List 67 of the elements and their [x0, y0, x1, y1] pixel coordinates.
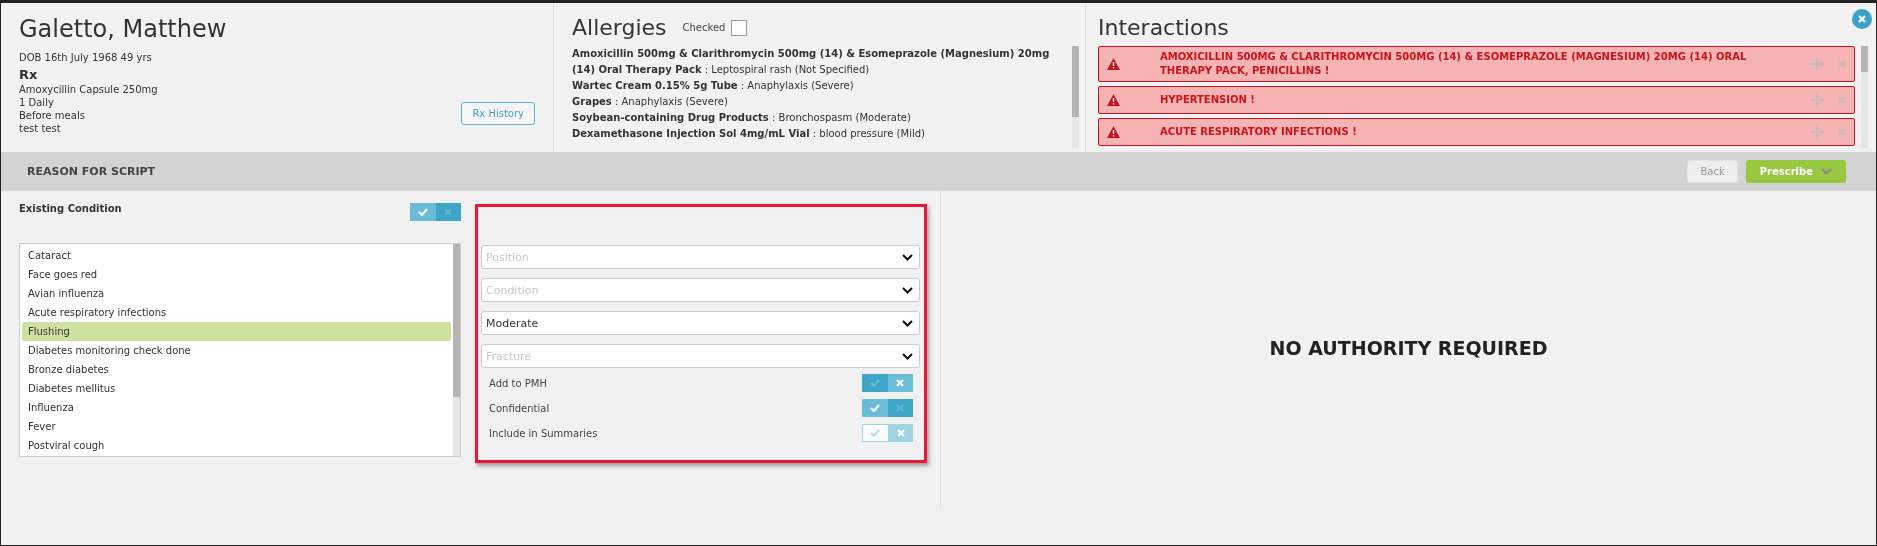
interaction-alert: ACUTE RESPIRATORY INFECTIONS ! — [1098, 118, 1855, 146]
allergy-entry: Grapes : Anaphylaxis (Severe) — [572, 95, 729, 109]
condition-item[interactable]: Diabetes monitoring check done — [22, 341, 451, 360]
check-icon — [870, 429, 881, 437]
condition-item[interactable]: Diabetes mellitus — [22, 379, 451, 398]
close-icon — [1857, 14, 1867, 24]
chevron-down-icon — [902, 352, 913, 360]
yes-no-toggle[interactable] — [862, 374, 913, 392]
checked-label: Checked — [682, 22, 726, 33]
close-icon — [896, 429, 905, 437]
condition-item[interactable]: Bronze diabetes — [22, 360, 451, 379]
checked-checkbox[interactable] — [731, 19, 748, 36]
close-icon — [896, 379, 905, 387]
chevron-down-icon — [902, 253, 913, 261]
rx-heading: Rx — [19, 67, 39, 82]
check-icon — [869, 379, 880, 387]
add-icon[interactable] — [1810, 57, 1824, 71]
condition-item[interactable]: Fever — [22, 417, 451, 436]
chevron-down-icon — [902, 319, 913, 327]
yes-no-toggle[interactable] — [862, 399, 913, 417]
date-of-birth: DOB 16th July 1968 49 yrs — [19, 51, 153, 64]
allergies-title: Allergies — [572, 15, 667, 40]
interactions-title: Interactions — [1098, 15, 1229, 40]
scrollbar[interactable] — [1861, 46, 1868, 148]
warning-icon — [1107, 94, 1120, 106]
yes-no-toggle[interactable] — [410, 203, 461, 221]
allergy-entry: Amoxicillin 500mg & Clarithromycin 500mg (14) & Esomeprazole (Magnesium) 20mg (14) Oral Therapy Pack : Leptospiral rash (Not Specified) — [572, 47, 1051, 77]
section-title: REASON FOR SCRIPT — [27, 165, 157, 178]
condition-item[interactable]: Avian influenza — [22, 284, 451, 303]
close-icon — [896, 404, 905, 412]
allergy-entry: Soybean-containing Drug Products : Bronchospasm (Moderate) — [572, 111, 912, 125]
close-icon[interactable] — [1838, 96, 1846, 104]
check-icon — [417, 208, 428, 216]
scrollbar[interactable] — [453, 244, 460, 456]
close-icon[interactable] — [1838, 128, 1846, 136]
warning-icon — [1107, 126, 1120, 138]
add-icon[interactable] — [1810, 125, 1824, 139]
condition-item[interactable]: Influenza — [22, 398, 451, 417]
existing-condition-label: Existing Condition — [19, 203, 122, 214]
add-icon[interactable] — [1810, 93, 1824, 107]
authority-message: NO AUTHORITY REQUIRED — [1269, 337, 1548, 359]
condition-item[interactable]: Postviral cough — [22, 436, 451, 455]
condition-item[interactable]: Flushing — [22, 322, 451, 341]
condition-item[interactable]: Face goes red — [22, 265, 451, 284]
warning-icon — [1107, 58, 1120, 70]
option-label: Confidential — [489, 402, 550, 414]
condition-item[interactable]: Acute respiratory infections — [22, 303, 451, 322]
rx-detail: 1 Daily — [19, 96, 55, 109]
rx-detail: test test — [19, 122, 62, 135]
check-icon — [869, 404, 880, 412]
close-icon — [444, 208, 453, 216]
dropdown-field[interactable]: Moderate — [481, 311, 920, 335]
rx-detail: Amoxycillin Capsule 250mg — [19, 83, 158, 96]
allergy-entry: Wartec Cream 0.15% 5g Tube : Anaphylaxis (Severe) — [572, 79, 855, 93]
chevron-down-icon — [902, 286, 913, 294]
interaction-alert: AMOXICILLIN 500MG & CLARITHROMYCIN 500MG (14) & ESOMEPRAZOLE (MAGNESIUM) 20MG (14) ORAL THERAPY PACK, PENICILLINS ! — [1098, 46, 1855, 82]
rx-detail: Before meals — [19, 109, 86, 122]
close-icon[interactable] — [1838, 60, 1846, 68]
condition-item[interactable]: Cataract — [22, 246, 451, 265]
interaction-alert: HYPERTENSION ! — [1098, 86, 1855, 114]
scrollbar[interactable] — [1072, 46, 1079, 148]
allergy-entry: Dexamethasone Injection Sol 4mg/mL Vial : blood pressure (Mild) — [572, 127, 926, 141]
close-button[interactable] — [1852, 9, 1872, 29]
option-label: Add to PMH — [489, 377, 547, 389]
patient-name: Galetto, Matthew — [19, 15, 228, 43]
option-label: Include in Summaries — [489, 427, 598, 439]
chevron-down-icon — [1821, 168, 1832, 175]
